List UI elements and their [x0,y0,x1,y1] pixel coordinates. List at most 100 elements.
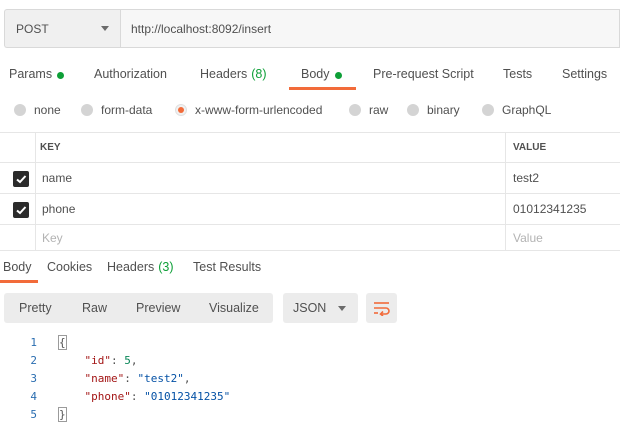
radio-circle-icon [407,104,419,116]
code-line: 1 { [0,334,620,352]
line-number: 4 [30,390,37,403]
radio-none-label: none [34,103,61,117]
format-label: JSON [293,301,327,315]
tab-body[interactable]: Body [289,62,355,90]
request-bar: POST http://localhost:8092/insert [4,9,620,48]
response-body-code: 1 { 2 "id": 5, 3 "name": "test2", 4 "pho… [0,334,620,424]
tab-response-body-label: Body [3,260,32,274]
method-label: POST [16,21,49,36]
line-number: 1 [30,336,37,349]
json-separator: : [124,372,138,385]
row-checkbox[interactable] [13,202,29,218]
json-key: "name" [84,372,125,385]
header-checkbox-cell [0,133,36,162]
close-brace: } [58,407,67,422]
url-input[interactable]: http://localhost:8092/insert [120,9,620,48]
wrap-lines-icon [374,302,390,316]
open-brace: { [58,335,67,350]
view-raw-button[interactable]: Raw [82,293,107,323]
code-line: 3 "name": "test2", [0,370,620,388]
new-value-input[interactable]: Value [505,225,620,250]
param-key[interactable]: name [42,163,72,193]
radio-graphql[interactable]: GraphQL [482,103,551,117]
format-select[interactable]: JSON [283,293,358,323]
radio-binary[interactable]: binary [407,103,460,117]
json-value: "01012341235" [144,390,231,403]
tab-response-headers-label: Headers [107,260,155,274]
row-checkbox-cell [0,225,36,250]
param-value[interactable]: 01012341235 [505,194,620,224]
json-value: "test2" [137,372,184,385]
json-key: "id" [84,354,112,367]
request-tabs: Params Authorization Headers (8) Body Pre… [0,62,620,90]
radio-binary-label: binary [427,103,460,117]
table-row: name test2 [0,163,620,194]
radio-graphql-label: GraphQL [502,103,552,117]
line-number: 5 [30,408,37,421]
tab-response-headers[interactable]: Headers (3) [107,258,174,283]
status-dot-icon [334,72,342,79]
tab-params-label: Params [9,67,53,81]
view-pretty-button[interactable]: Pretty [19,293,52,323]
tab-authorization-label: Authorization [94,67,167,81]
radio-form-data[interactable]: form-data [81,103,152,117]
tab-test-results-label: Test Results [193,260,262,274]
view-visualize-button[interactable]: Visualize [209,293,259,323]
tab-settings[interactable]: Settings [562,62,607,90]
view-preview-button[interactable]: Preview [136,293,180,323]
row-checkbox-cell [0,163,36,193]
url-text: http://localhost:8092/insert [131,21,272,36]
radio-raw[interactable]: raw [349,103,388,117]
wrap-lines-button[interactable] [366,293,397,323]
checkmark-icon [16,175,27,184]
checkmark-icon [16,206,27,215]
tab-response-body[interactable]: Body [0,258,37,283]
radio-circle-icon [482,104,494,116]
line-number: 2 [30,354,37,367]
tab-pre-request-script[interactable]: Pre-request Script [373,62,474,90]
json-value: 5 [124,354,131,367]
tab-cookies-label: Cookies [47,260,93,274]
tab-pre-request-script-label: Pre-request Script [373,67,474,81]
tab-headers[interactable]: Headers (8) [200,62,267,90]
tab-response-headers-count: (3) [158,260,174,274]
table-row: phone 01012341235 [0,194,620,225]
response-tabs: Body Cookies Headers (3) Test Results [0,258,620,283]
json-separator: : [130,390,145,403]
tab-authorization[interactable]: Authorization [94,62,167,90]
json-key: "phone" [84,390,131,403]
params-table: KEY VALUE name test2 phone 01012341235 K… [0,132,620,251]
chevron-down-icon [338,306,346,311]
radio-x-www-form-urlencoded[interactable]: x-www-form-urlencoded [175,103,322,117]
json-separator: : [111,354,125,367]
radio-none[interactable]: none [14,103,61,117]
tab-tests[interactable]: Tests [503,62,532,90]
param-key[interactable]: phone [42,194,75,224]
code-line: 4 "phone": "01012341235" [0,388,620,406]
tab-params[interactable]: Params [9,62,65,90]
tab-settings-label: Settings [562,67,608,81]
radio-x-www-form-urlencoded-label: x-www-form-urlencoded [195,103,323,117]
row-checkbox[interactable] [13,171,29,187]
radio-selected-icon [175,104,187,116]
new-key-input[interactable]: Key [42,225,63,250]
radio-circle-icon [81,104,93,116]
tab-body-label: Body [301,67,330,81]
status-dot-icon [57,72,65,79]
view-mode-group: Pretty Raw Preview Visualize [4,293,273,323]
tab-test-results[interactable]: Test Results [193,258,261,283]
column-header-value: VALUE [505,133,620,162]
method-select[interactable]: POST [4,9,120,48]
chevron-down-icon [101,26,109,31]
radio-circle-icon [14,104,26,116]
row-checkbox-cell [0,194,36,224]
tab-tests-label: Tests [503,67,533,81]
json-comma: , [183,372,191,385]
tab-cookies[interactable]: Cookies [47,258,92,283]
line-number: 3 [30,372,37,385]
tab-headers-count: (8) [251,67,267,81]
param-value[interactable]: test2 [505,163,620,193]
column-header-key: KEY [40,142,61,153]
radio-raw-label: raw [369,103,389,117]
code-line: 2 "id": 5, [0,352,620,370]
